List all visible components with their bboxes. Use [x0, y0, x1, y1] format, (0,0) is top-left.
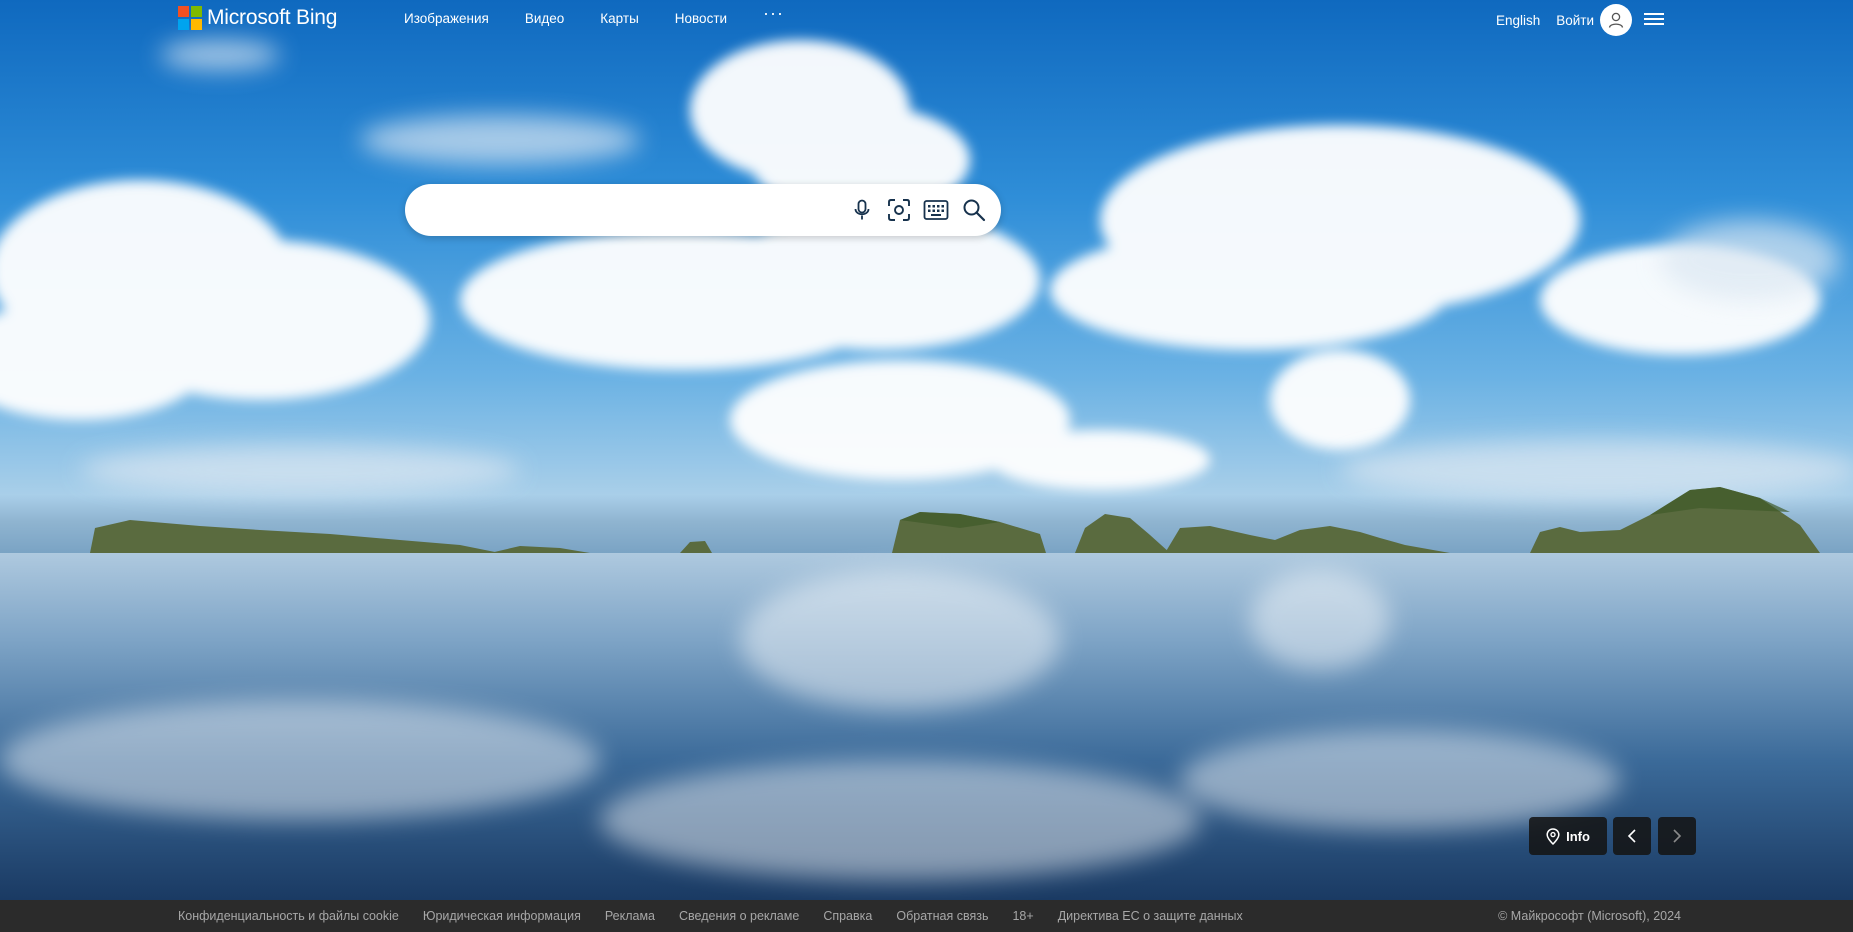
location-pin-icon: [1546, 827, 1560, 845]
language-link[interactable]: English: [1496, 13, 1540, 28]
nav-images-link[interactable]: Изображения: [404, 11, 489, 26]
footer-privacy-link[interactable]: Конфиденциальность и файлы cookie: [178, 909, 399, 923]
footer-links: Конфиденциальность и файлы cookie Юридич…: [178, 900, 1267, 932]
nav-video-link[interactable]: Видео: [525, 11, 564, 26]
nav-maps-link[interactable]: Карты: [600, 11, 638, 26]
microphone-icon[interactable]: [849, 197, 875, 223]
footer-about-ads-link[interactable]: Сведения о рекламе: [679, 909, 799, 923]
microphone-glyph: [854, 199, 870, 220]
image-info-button[interactable]: Info: [1529, 817, 1607, 855]
next-image-button[interactable]: [1658, 817, 1696, 855]
footer-feedback-link[interactable]: Обратная связь: [896, 909, 988, 923]
top-header: Microsoft Bing Изображения Видео Карты Н…: [0, 0, 1853, 40]
footer-legal-link[interactable]: Юридическая информация: [423, 909, 581, 923]
nav-news-link[interactable]: Новости: [675, 11, 727, 26]
footer-age-link[interactable]: 18+: [1012, 909, 1033, 923]
keyboard-icon[interactable]: [923, 197, 949, 223]
hamburger-menu-icon[interactable]: [1644, 10, 1664, 28]
sign-in-link[interactable]: Войти: [1556, 13, 1594, 28]
chevron-left-icon: [1627, 829, 1636, 843]
logo-square-red: [178, 6, 189, 17]
person-icon: [1608, 12, 1624, 28]
search-input[interactable]: [427, 184, 831, 238]
background-image: [0, 0, 1853, 900]
menu-line: [1644, 23, 1664, 25]
footer-advertising-link[interactable]: Реклама: [605, 909, 655, 923]
logo-text: Microsoft Bing: [207, 6, 338, 29]
logo-square-green: [191, 6, 202, 17]
footer-eu-privacy-link[interactable]: Директива ЕС о защите данных: [1058, 909, 1243, 923]
copyright-text: © Майкрософт (Microsoft), 2024: [1498, 909, 1681, 923]
search-box: [405, 184, 1001, 238]
previous-image-button[interactable]: [1613, 817, 1651, 855]
footer-help-link[interactable]: Справка: [823, 909, 872, 923]
header-right: English Войти: [1496, 4, 1632, 36]
top-nav: Изображения Видео Карты Новости ···: [404, 4, 784, 26]
camera-scan-glyph: [888, 199, 910, 221]
menu-line: [1644, 13, 1664, 15]
logo-square-blue: [178, 19, 189, 30]
keyboard-glyph: [923, 200, 949, 220]
bing-logo[interactable]: Microsoft Bing: [178, 6, 337, 30]
microsoft-logo-icon: [178, 6, 202, 30]
magnifier-glyph: [963, 199, 986, 222]
search-icon[interactable]: [961, 197, 987, 223]
footer: Конфиденциальность и файлы cookie Юридич…: [0, 900, 1853, 932]
info-label: Info: [1566, 828, 1590, 844]
nav-more-button[interactable]: ···: [763, 4, 784, 23]
logo-square-yellow: [191, 19, 202, 30]
background-scene: [0, 40, 1853, 900]
visual-search-icon[interactable]: [886, 197, 912, 223]
user-avatar-icon[interactable]: [1600, 4, 1632, 36]
menu-line: [1644, 18, 1664, 20]
chevron-right-icon: [1673, 829, 1682, 843]
